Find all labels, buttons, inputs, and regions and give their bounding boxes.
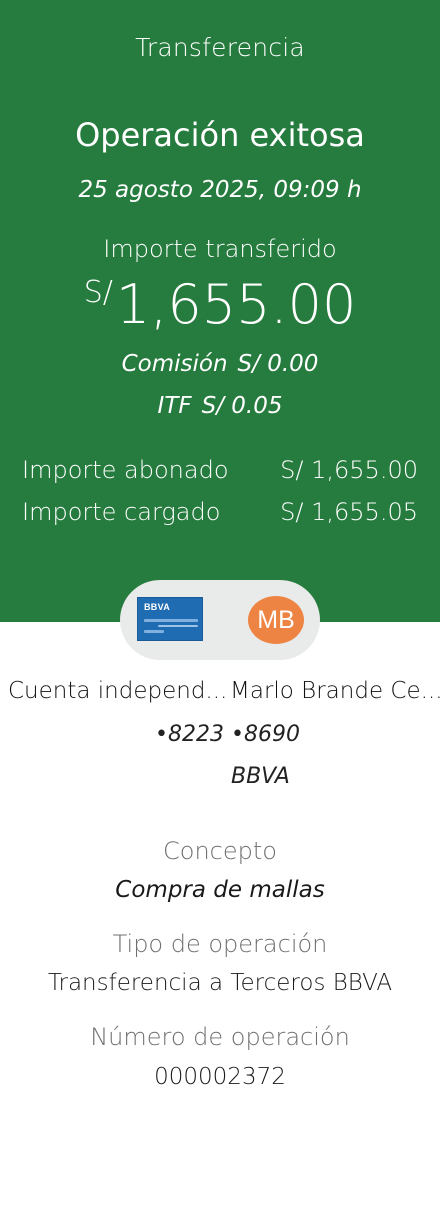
credited-value: S/ 1,655.00: [280, 456, 418, 484]
operation-type-label: Tipo de operación: [112, 930, 328, 958]
itf-value: S/ 0.05: [201, 393, 283, 419]
credited-row: Importe abonado S/ 1,655.00: [22, 456, 418, 484]
charged-value: S/ 1,655.05: [280, 498, 418, 526]
screen-title: Transferencia: [135, 33, 305, 62]
transfer-receipt-screen: Transferencia Operación exitosa 25 agost…: [0, 0, 440, 1218]
origin-account-name: Cuenta independ...: [8, 678, 228, 704]
fee-value: S/ 0.00: [237, 351, 319, 377]
itf-line: ITF S/ 0.05: [0, 393, 440, 419]
fee-label: Comisión: [121, 351, 228, 377]
operation-number-label: Número de operación: [90, 1023, 350, 1051]
operation-datetime: 25 agosto 2025, 09:09 h: [78, 177, 362, 203]
recipient-avatar: MB: [248, 596, 304, 644]
amount-value: 1,655.00: [115, 273, 357, 336]
destination-account-number: •8690: [231, 722, 300, 747]
amount-display: S/1,655.00: [0, 273, 440, 337]
operation-type-value: Transferencia a Terceros BBVA: [47, 970, 393, 996]
concept-value: Compra de mallas: [115, 877, 325, 903]
bank-card-icon: BBVA: [137, 597, 203, 641]
amount-label: Importe transferido: [103, 235, 337, 263]
charged-row: Importe cargado S/ 1,655.05: [22, 498, 418, 526]
concept-label: Concepto: [163, 837, 277, 865]
charged-label: Importe cargado: [22, 498, 221, 526]
origin-account-number: •8223: [155, 722, 224, 747]
itf-label: ITF: [157, 393, 192, 419]
destination-name: Marlo Brande Ce...: [230, 678, 440, 704]
card-brand-logo: BBVA: [144, 602, 171, 612]
destination-bank: BBVA: [231, 764, 290, 789]
operation-status: Operación exitosa: [75, 116, 365, 154]
credited-label: Importe abonado: [22, 456, 229, 484]
amount-currency: S/: [83, 275, 113, 310]
accounts-bubble: BBVA MB: [120, 580, 320, 660]
operation-number-value: 000002372: [154, 1064, 286, 1090]
fee-line: Comisión S/ 0.00: [0, 351, 440, 377]
receipt-header-panel: Transferencia Operación exitosa 25 agost…: [0, 0, 440, 622]
